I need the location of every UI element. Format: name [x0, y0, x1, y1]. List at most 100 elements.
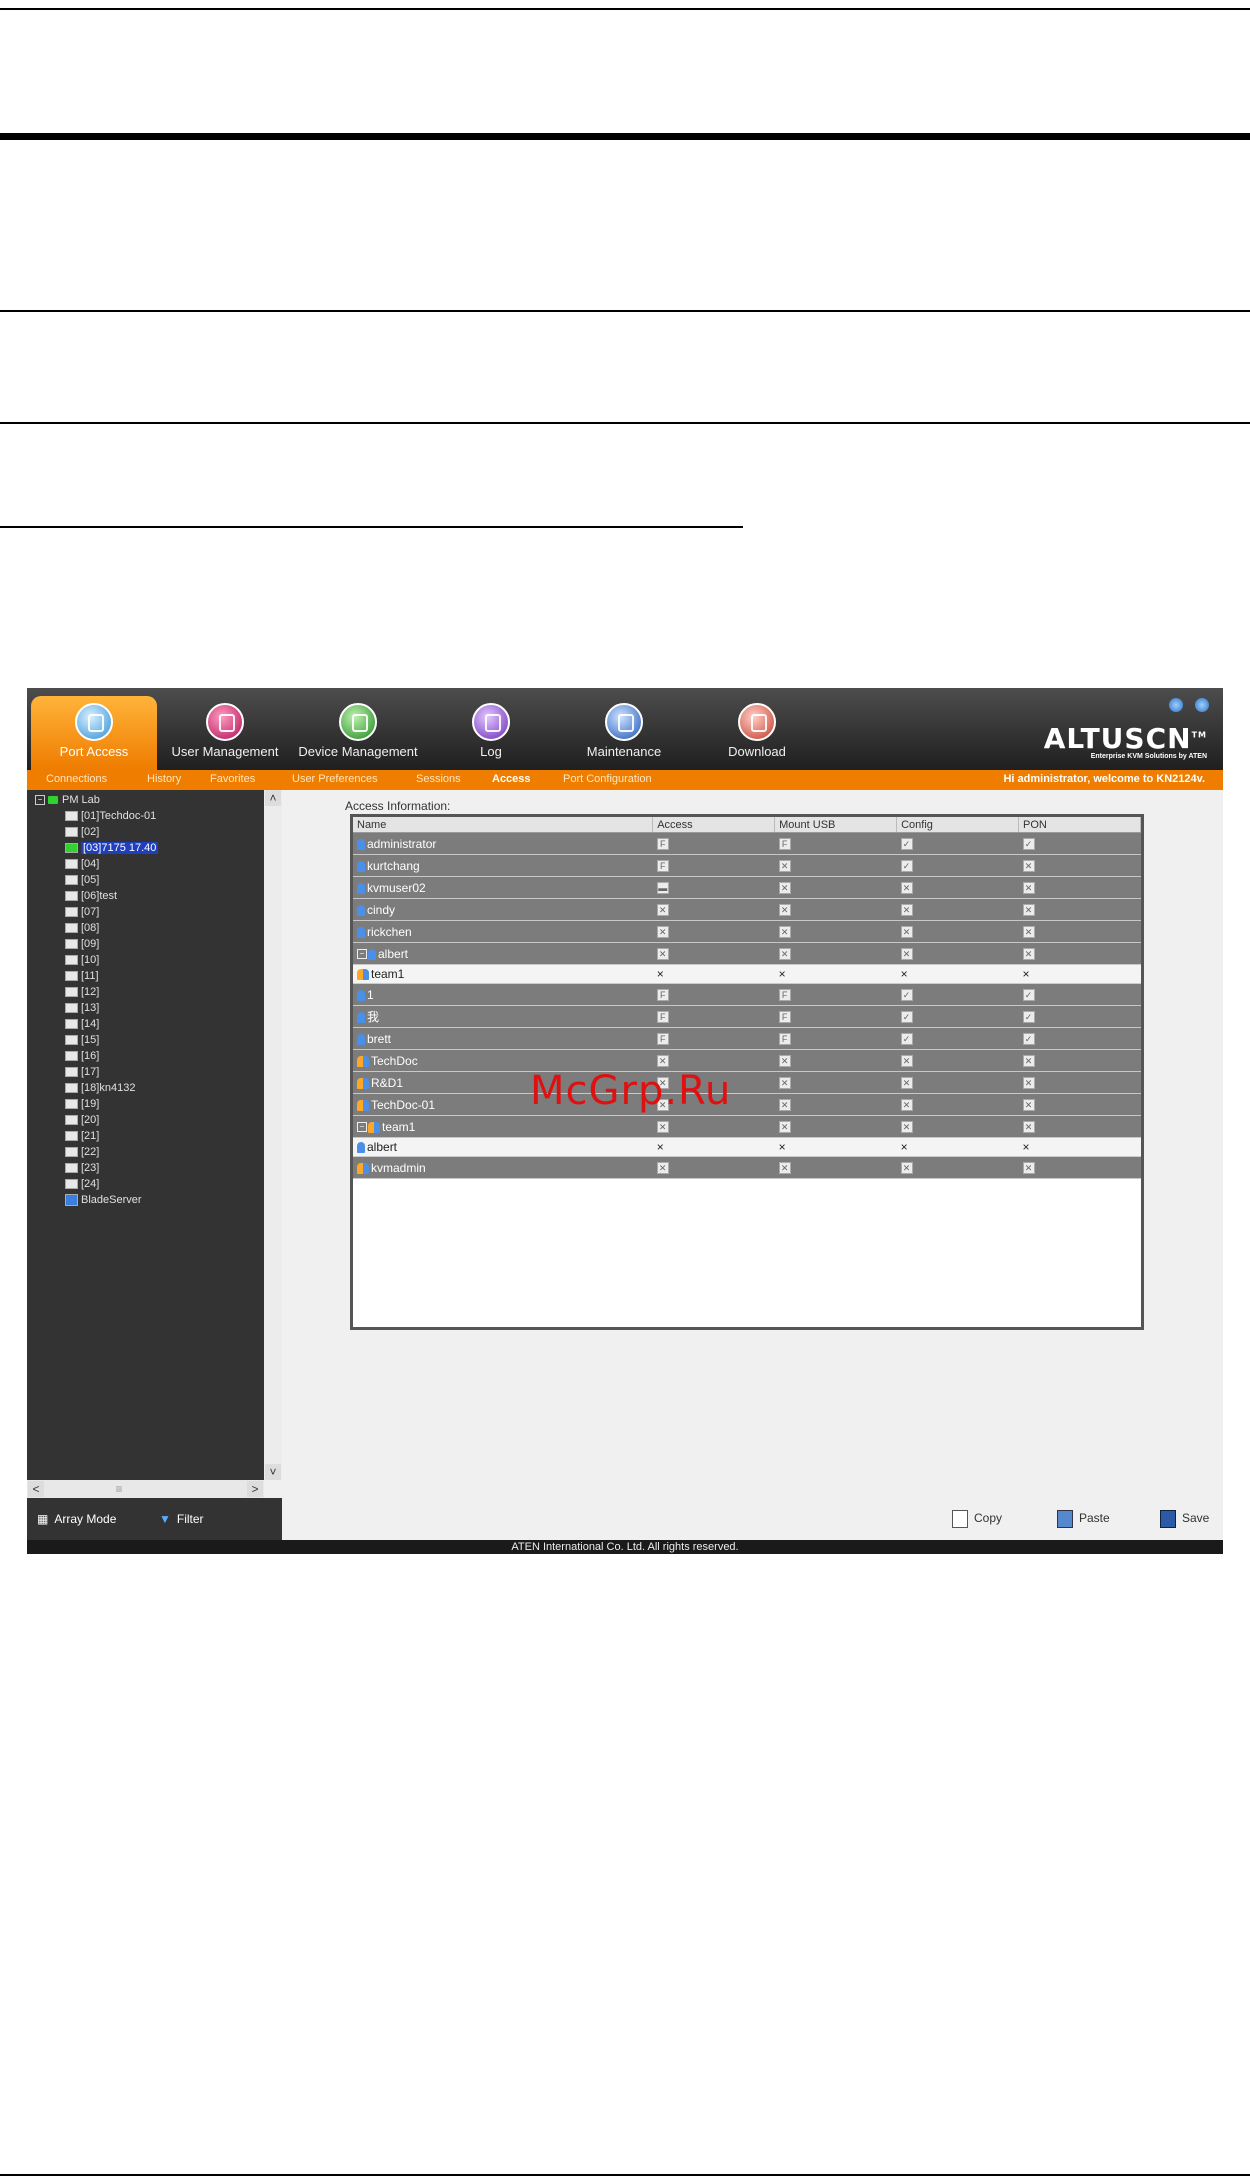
- tab-user-management[interactable]: User Management: [162, 696, 288, 770]
- table-row[interactable]: 我 F F ✓ ✓: [353, 1005, 1141, 1028]
- tree-port-item[interactable]: [08]: [35, 920, 275, 936]
- access-checkbox[interactable]: F: [656, 860, 669, 873]
- mount-usb-checkbox[interactable]: ✕: [778, 882, 791, 895]
- config-checkbox[interactable]: ✕: [900, 1121, 913, 1134]
- pon-checkbox[interactable]: ✓: [1022, 838, 1035, 851]
- config-checkbox[interactable]: ✕: [900, 1162, 913, 1175]
- config-checkbox[interactable]: ✓: [900, 1033, 913, 1046]
- pon-checkbox[interactable]: ✕: [1022, 948, 1035, 961]
- help-icon[interactable]: [1169, 698, 1183, 712]
- table-row-child[interactable]: team1 × × × ×: [353, 964, 1141, 984]
- subtab-history[interactable]: History: [147, 773, 181, 785]
- table-row[interactable]: TechDoc ✕ ✕ ✕ ✕: [353, 1049, 1141, 1072]
- tree-vertical-scrollbar[interactable]: ˄ ˅: [264, 790, 282, 1480]
- mount-usb-checkbox[interactable]: ✕: [778, 904, 791, 917]
- scroll-up-icon[interactable]: ˄: [265, 790, 281, 806]
- tree-port-item[interactable]: [14]: [35, 1016, 275, 1032]
- column-header-config[interactable]: Config: [896, 817, 1020, 833]
- pon-checkbox[interactable]: ✕: [1022, 926, 1035, 939]
- tree-port-item[interactable]: [24]: [35, 1176, 275, 1192]
- config-checkbox[interactable]: ✕: [900, 926, 913, 939]
- table-row[interactable]: cindy ✕ ✕ ✕ ✕: [353, 898, 1141, 921]
- tree-port-item[interactable]: [01]Techdoc-01: [35, 808, 275, 824]
- mount-usb-checkbox[interactable]: ✕: [778, 1162, 791, 1175]
- config-checkbox[interactable]: ✕: [900, 904, 913, 917]
- pon-checkbox[interactable]: ✕: [1022, 1099, 1035, 1112]
- tree-port-item[interactable]: [17]: [35, 1064, 275, 1080]
- table-row[interactable]: kvmadmin ✕ ✕ ✕ ✕: [353, 1156, 1141, 1179]
- tree-root[interactable]: − PM Lab: [35, 792, 275, 808]
- mount-usb-checkbox[interactable]: ✕: [778, 1121, 791, 1134]
- collapse-icon[interactable]: −: [35, 795, 45, 806]
- mount-usb-checkbox[interactable]: ✕: [778, 1099, 791, 1112]
- mount-usb-checkbox[interactable]: F: [778, 1011, 791, 1024]
- config-checkbox[interactable]: ✓: [900, 1011, 913, 1024]
- column-header-mount-usb[interactable]: Mount USB: [774, 817, 898, 833]
- tree-port-item[interactable]: [09]: [35, 936, 275, 952]
- scroll-left-icon[interactable]: <: [28, 1481, 44, 1497]
- array-mode-button[interactable]: ▦ Array Mode: [37, 1512, 116, 1526]
- pon-checkbox[interactable]: ✕: [1022, 1077, 1035, 1090]
- copy-button[interactable]: Copy: [952, 1510, 1002, 1528]
- subtab-port-configuration[interactable]: Port Configuration: [563, 773, 652, 785]
- tree-port-item[interactable]: [21]: [35, 1128, 275, 1144]
- tree-port-item[interactable]: [13]: [35, 1000, 275, 1016]
- access-checkbox[interactable]: ✕: [656, 948, 669, 961]
- table-row[interactable]: R&D1 ✕ ✕ ✕ ✕: [353, 1071, 1141, 1094]
- access-checkbox[interactable]: ✕: [656, 1055, 669, 1068]
- column-header-name[interactable]: Name: [353, 817, 654, 833]
- table-row[interactable]: administrator F F ✓ ✓: [353, 832, 1141, 855]
- config-checkbox[interactable]: ✕: [900, 1055, 913, 1068]
- table-row[interactable]: − team1 ✕ ✕ ✕ ✕: [353, 1115, 1141, 1138]
- tree-port-item[interactable]: [15]: [35, 1032, 275, 1048]
- collapse-icon[interactable]: −: [357, 1122, 367, 1133]
- paste-button[interactable]: Paste: [1057, 1510, 1110, 1528]
- tab-port-access[interactable]: Port Access: [31, 696, 157, 770]
- tree-port-item[interactable]: [19]: [35, 1096, 275, 1112]
- pon-checkbox[interactable]: ✕: [1022, 1055, 1035, 1068]
- tree-blade-item[interactable]: BladeServer: [35, 1192, 275, 1208]
- mount-usb-checkbox[interactable]: ✕: [778, 926, 791, 939]
- scroll-right-icon[interactable]: >: [247, 1481, 263, 1497]
- tree-port-item[interactable]: [02]: [35, 824, 275, 840]
- table-row[interactable]: 1 F F ✓ ✓: [353, 983, 1141, 1006]
- tab-device-management[interactable]: Device Management: [295, 696, 421, 770]
- subtab-sessions[interactable]: Sessions: [416, 773, 461, 785]
- access-checkbox[interactable]: ✕: [656, 1162, 669, 1175]
- pon-checkbox[interactable]: ✕: [1022, 1162, 1035, 1175]
- save-button[interactable]: Save: [1160, 1510, 1209, 1528]
- config-checkbox[interactable]: ✕: [900, 948, 913, 961]
- scroll-down-icon[interactable]: ˅: [265, 1464, 281, 1480]
- subtab-connections[interactable]: Connections: [46, 773, 107, 785]
- subtab-favorites[interactable]: Favorites: [210, 773, 255, 785]
- access-checkbox[interactable]: ▬: [656, 882, 669, 895]
- access-checkbox[interactable]: F: [656, 1033, 669, 1046]
- tree-port-item[interactable]: [16]: [35, 1048, 275, 1064]
- tree-horizontal-scrollbar[interactable]: < ≡ >: [27, 1480, 264, 1498]
- mount-usb-checkbox[interactable]: F: [778, 989, 791, 1002]
- pon-checkbox[interactable]: ✓: [1022, 1033, 1035, 1046]
- mount-usb-checkbox[interactable]: ✕: [778, 1055, 791, 1068]
- subtab-user-preferences[interactable]: User Preferences: [292, 773, 378, 785]
- config-checkbox[interactable]: ✓: [900, 860, 913, 873]
- mount-usb-checkbox[interactable]: ✕: [778, 860, 791, 873]
- pon-checkbox[interactable]: ✓: [1022, 1011, 1035, 1024]
- pon-checkbox[interactable]: ✓: [1022, 989, 1035, 1002]
- tab-maintenance[interactable]: Maintenance: [561, 696, 687, 770]
- tree-port-item[interactable]: [20]: [35, 1112, 275, 1128]
- table-row[interactable]: TechDoc-01 ✕ ✕ ✕ ✕: [353, 1093, 1141, 1116]
- table-row-child[interactable]: albert × × × ×: [353, 1137, 1141, 1157]
- tree-port-item[interactable]: [04]: [35, 856, 275, 872]
- pon-checkbox[interactable]: ✕: [1022, 1121, 1035, 1134]
- tree-port-item[interactable]: [12]: [35, 984, 275, 1000]
- tree-port-item[interactable]: [07]: [35, 904, 275, 920]
- pon-checkbox[interactable]: ✕: [1022, 904, 1035, 917]
- pon-checkbox[interactable]: ✕: [1022, 860, 1035, 873]
- table-row[interactable]: kurtchang F ✕ ✓ ✕: [353, 854, 1141, 877]
- access-checkbox[interactable]: F: [656, 1011, 669, 1024]
- tree-port-item[interactable]: [18]kn4132: [35, 1080, 275, 1096]
- tree-port-item[interactable]: [11]: [35, 968, 275, 984]
- table-row[interactable]: − albert ✕ ✕ ✕ ✕: [353, 942, 1141, 965]
- scroll-thumb-icon[interactable]: ≡: [111, 1481, 127, 1497]
- tree-port-item[interactable]: [05]: [35, 872, 275, 888]
